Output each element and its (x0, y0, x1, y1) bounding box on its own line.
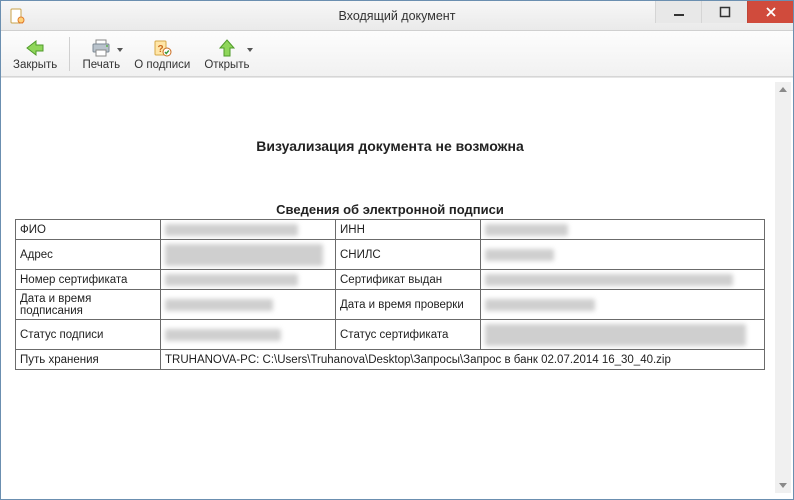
table-row: Адрес СНИЛС (16, 240, 765, 270)
cert-no-label: Номер сертификата (16, 270, 161, 290)
toolbar-separator (69, 37, 70, 71)
storage-path-label: Путь хранения (16, 350, 161, 370)
minimize-button[interactable] (655, 1, 701, 23)
scroll-down-icon[interactable] (775, 477, 791, 493)
check-dt-label: Дата и время проверки (336, 290, 481, 320)
chevron-down-icon (246, 43, 254, 51)
inn-label: ИНН (336, 220, 481, 240)
signature-details-table: ФИО ИНН Адрес СНИЛС Номер сертификата Се… (15, 219, 765, 370)
toolbar: Закрыть Печать ? (1, 31, 793, 77)
content-area: Визуализация документа не возможна Сведе… (1, 77, 793, 499)
cert-issued-label: Сертификат выдан (336, 270, 481, 290)
signature-info-button[interactable]: ? О подписи (128, 33, 196, 75)
table-row: Дата и время подписания Дата и время про… (16, 290, 765, 320)
signature-section-title: Сведения об электронной подписи (15, 202, 765, 217)
scroll-up-icon[interactable] (775, 82, 791, 98)
open-button[interactable]: Открыть (198, 33, 255, 75)
close-button[interactable]: Закрыть (7, 33, 63, 75)
window-frame: Входящий документ Закрыть (0, 0, 794, 500)
maximize-button[interactable] (701, 1, 747, 23)
open-label: Открыть (204, 59, 249, 71)
address-value (161, 240, 336, 270)
visualization-unavailable-message: Визуализация документа не возможна (15, 138, 765, 154)
sign-status-label: Статус подписи (16, 320, 161, 350)
address-label: Адрес (16, 240, 161, 270)
back-arrow-icon (24, 37, 46, 59)
signature-info-label: О подписи (134, 59, 190, 71)
storage-path-value: TRUHANOVA-PC: C:\Users\Truhanova\Desktop… (161, 350, 765, 370)
sign-dt-value (161, 290, 336, 320)
cert-status-label: Статус сертификата (336, 320, 481, 350)
up-arrow-icon (216, 37, 238, 59)
svg-text:?: ? (158, 44, 164, 55)
print-label: Печать (82, 59, 120, 71)
inn-value (481, 220, 765, 240)
vertical-scrollbar[interactable] (775, 82, 791, 493)
app-icon (9, 8, 25, 24)
cert-status-value (481, 320, 765, 350)
fio-value (161, 220, 336, 240)
chevron-down-icon (116, 43, 124, 51)
print-button[interactable]: Печать (76, 33, 126, 75)
table-row: Путь хранения TRUHANOVA-PC: C:\Users\Tru… (16, 350, 765, 370)
close-window-button[interactable] (747, 1, 793, 23)
sign-status-value (161, 320, 336, 350)
sign-dt-label: Дата и время подписания (16, 290, 161, 320)
snils-value (481, 240, 765, 270)
document-viewport: Визуализация документа не возможна Сведе… (7, 82, 773, 493)
window-controls (655, 1, 793, 30)
cert-no-value (161, 270, 336, 290)
close-label: Закрыть (13, 59, 57, 71)
title-bar: Входящий документ (1, 1, 793, 31)
check-dt-value (481, 290, 765, 320)
printer-icon (90, 37, 112, 59)
cert-issued-value (481, 270, 765, 290)
signature-info-icon: ? (151, 37, 173, 59)
table-row: Номер сертификата Сертификат выдан (16, 270, 765, 290)
fio-label: ФИО (16, 220, 161, 240)
table-row: Статус подписи Статус сертификата (16, 320, 765, 350)
snils-label: СНИЛС (336, 240, 481, 270)
table-row: ФИО ИНН (16, 220, 765, 240)
